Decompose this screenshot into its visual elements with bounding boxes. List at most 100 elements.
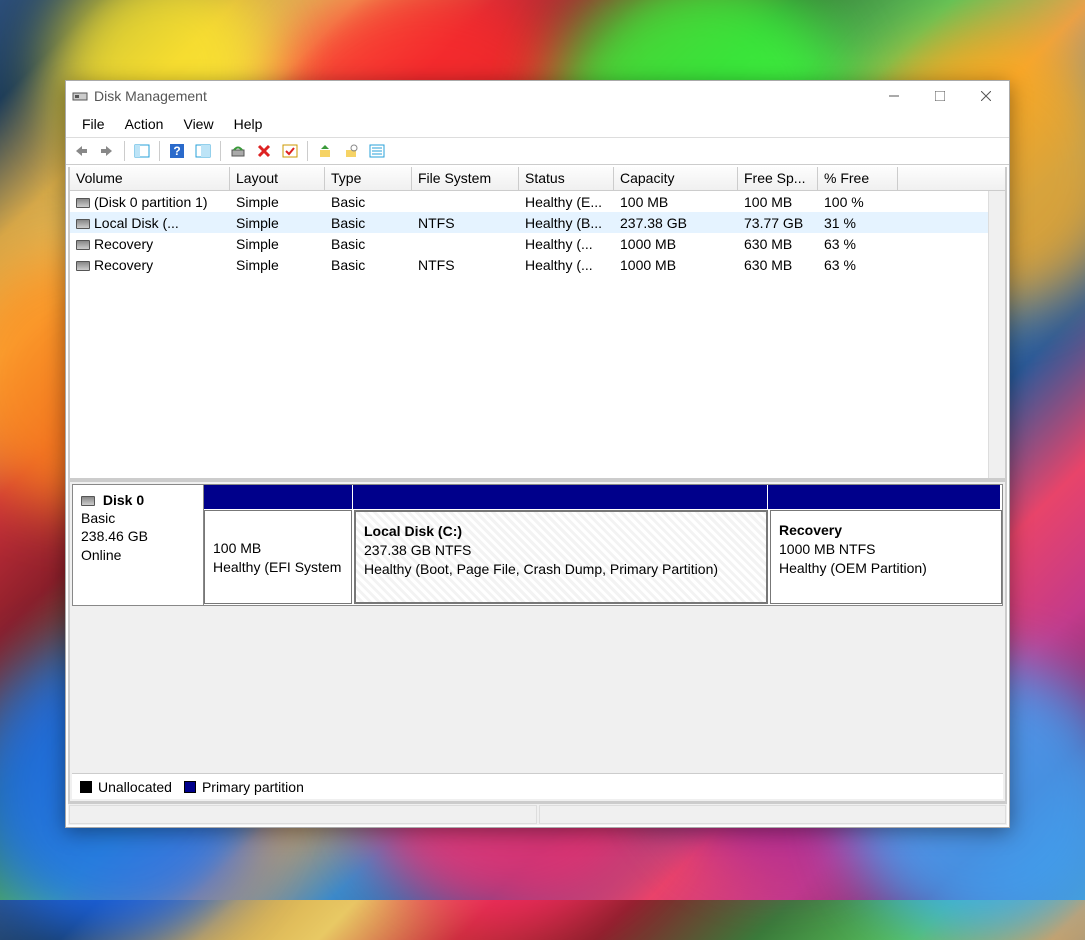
- partition-block[interactable]: 100 MBHealthy (EFI System: [204, 510, 352, 604]
- cell-pct: 63 %: [818, 235, 898, 253]
- cell-status: Healthy (...: [519, 256, 614, 274]
- legend-label-unallocated: Unallocated: [98, 779, 172, 795]
- partition-name: Recovery: [779, 521, 993, 540]
- svg-text:?: ?: [173, 144, 180, 158]
- disk-icon: [81, 496, 95, 506]
- forward-arrow-icon[interactable]: [95, 140, 119, 162]
- col-layout[interactable]: Layout: [230, 167, 325, 190]
- volume-name: Recovery: [94, 257, 153, 273]
- col-type[interactable]: Type: [325, 167, 412, 190]
- volume-icon: [76, 219, 90, 229]
- cell-capacity: 1000 MB: [614, 256, 738, 274]
- toolbar: ?: [66, 137, 1009, 165]
- legend-label-primary: Primary partition: [202, 779, 304, 795]
- volume-name: Recovery: [94, 236, 153, 252]
- legend-swatch-primary: [184, 781, 196, 793]
- action-icon-1[interactable]: [313, 140, 337, 162]
- cell-layout: Simple: [230, 235, 325, 253]
- cell-pct: 100 %: [818, 193, 898, 211]
- col-status[interactable]: Status: [519, 167, 614, 190]
- cell-fs: [412, 243, 519, 245]
- list-icon[interactable]: [365, 140, 389, 162]
- table-row[interactable]: Recovery SimpleBasic Healthy (...1000 MB 63…: [70, 233, 1005, 254]
- window-title: Disk Management: [94, 88, 207, 104]
- titlebar[interactable]: Disk Management: [66, 81, 1009, 111]
- partition-block[interactable]: Recovery1000 MB NTFSHealthy (OEM Partiti…: [770, 510, 1002, 604]
- statusbar: [68, 803, 1007, 825]
- cell-status: Healthy (B...: [519, 214, 614, 232]
- cell-layout: Simple: [230, 214, 325, 232]
- cell-type: Basic: [325, 256, 412, 274]
- minimize-button[interactable]: [871, 81, 917, 111]
- partition-block[interactable]: Local Disk (C:)237.38 GB NTFSHealthy (Bo…: [354, 510, 768, 604]
- col-file-system[interactable]: File System: [412, 167, 519, 190]
- col-pct-free[interactable]: % Free: [818, 167, 898, 190]
- volume-icon: [76, 240, 90, 250]
- partition-status: Healthy (Boot, Page File, Crash Dump, Pr…: [364, 560, 758, 579]
- close-button[interactable]: [963, 81, 1009, 111]
- partition-color-bar: [204, 485, 1002, 509]
- disk-state: Online: [81, 547, 121, 563]
- cell-status: Healthy (E...: [519, 193, 614, 211]
- cell-fs: NTFS: [412, 214, 519, 232]
- cell-layout: Simple: [230, 193, 325, 211]
- cell-layout: Simple: [230, 256, 325, 274]
- scrollbar[interactable]: [988, 191, 1005, 478]
- volume-list-body: (Disk 0 partition 1)SimpleBasicHealthy (…: [70, 191, 1005, 275]
- help-icon[interactable]: ?: [165, 140, 189, 162]
- cell-capacity: 100 MB: [614, 193, 738, 211]
- partition-size: 1000 MB NTFS: [779, 540, 993, 559]
- partition-name: Local Disk (C:): [364, 522, 758, 541]
- cell-pct: 31 %: [818, 214, 898, 232]
- col-free-space[interactable]: Free Sp...: [738, 167, 818, 190]
- legend: Unallocated Primary partition: [72, 773, 1003, 799]
- disk-size: 238.46 GB: [81, 528, 148, 544]
- disk-label[interactable]: Disk 0 Basic 238.46 GB Online: [73, 485, 204, 605]
- cell-capacity: 237.38 GB: [614, 214, 738, 232]
- volume-icon: [76, 261, 90, 271]
- menu-view[interactable]: View: [173, 113, 223, 135]
- menu-file[interactable]: File: [72, 113, 115, 135]
- table-row[interactable]: (Disk 0 partition 1) SimpleBasic Healthy (…: [70, 191, 1005, 212]
- disk-name: Disk 0: [103, 492, 144, 508]
- cell-status: Healthy (...: [519, 235, 614, 253]
- cell-type: Basic: [325, 193, 412, 211]
- col-capacity[interactable]: Capacity: [614, 167, 738, 190]
- cell-free: 100 MB: [738, 193, 818, 211]
- cell-type: Basic: [325, 235, 412, 253]
- volume-name: (Disk 0 partition 1): [94, 194, 208, 210]
- back-arrow-icon[interactable]: [69, 140, 93, 162]
- delete-icon[interactable]: [252, 140, 276, 162]
- properties-icon[interactable]: [191, 140, 215, 162]
- cell-free: 73.77 GB: [738, 214, 818, 232]
- maximize-button[interactable]: [917, 81, 963, 111]
- partition-size: 100 MB: [213, 539, 343, 558]
- table-row[interactable]: Recovery SimpleBasicNTFSHealthy (...1000 …: [70, 254, 1005, 275]
- col-volume[interactable]: Volume: [70, 167, 230, 190]
- app-icon: [72, 88, 88, 104]
- legend-swatch-unallocated: [80, 781, 92, 793]
- mark-icon[interactable]: [278, 140, 302, 162]
- cell-fs: NTFS: [412, 256, 519, 274]
- disk-management-window: Disk Management File Action View Help ?: [65, 80, 1010, 828]
- graphical-view: Disk 0 Basic 238.46 GB Online 100 MBHeal…: [70, 482, 1005, 801]
- cell-capacity: 1000 MB: [614, 235, 738, 253]
- menu-action[interactable]: Action: [115, 113, 174, 135]
- partition-status: Healthy (OEM Partition): [779, 559, 993, 578]
- show-hide-tree-icon[interactable]: [130, 140, 154, 162]
- partition-size: 237.38 GB NTFS: [364, 541, 758, 560]
- disk-partitions: 100 MBHealthy (EFI SystemLocal Disk (C:)…: [204, 485, 1002, 605]
- menubar: File Action View Help: [66, 111, 1009, 137]
- disk-type: Basic: [81, 510, 115, 526]
- cell-pct: 63 %: [818, 256, 898, 274]
- menu-help[interactable]: Help: [224, 113, 273, 135]
- cell-type: Basic: [325, 214, 412, 232]
- partition-status: Healthy (EFI System: [213, 558, 343, 577]
- action-icon-2[interactable]: [339, 140, 363, 162]
- cell-fs: [412, 201, 519, 203]
- volume-list[interactable]: Volume Layout Type File System Status Ca…: [70, 167, 1005, 482]
- disk-row[interactable]: Disk 0 Basic 238.46 GB Online 100 MBHeal…: [72, 484, 1003, 606]
- content-area: Volume Layout Type File System Status Ca…: [68, 167, 1007, 803]
- table-row[interactable]: Local Disk (...SimpleBasicNTFSHealthy (B…: [70, 212, 1005, 233]
- refresh-icon[interactable]: [226, 140, 250, 162]
